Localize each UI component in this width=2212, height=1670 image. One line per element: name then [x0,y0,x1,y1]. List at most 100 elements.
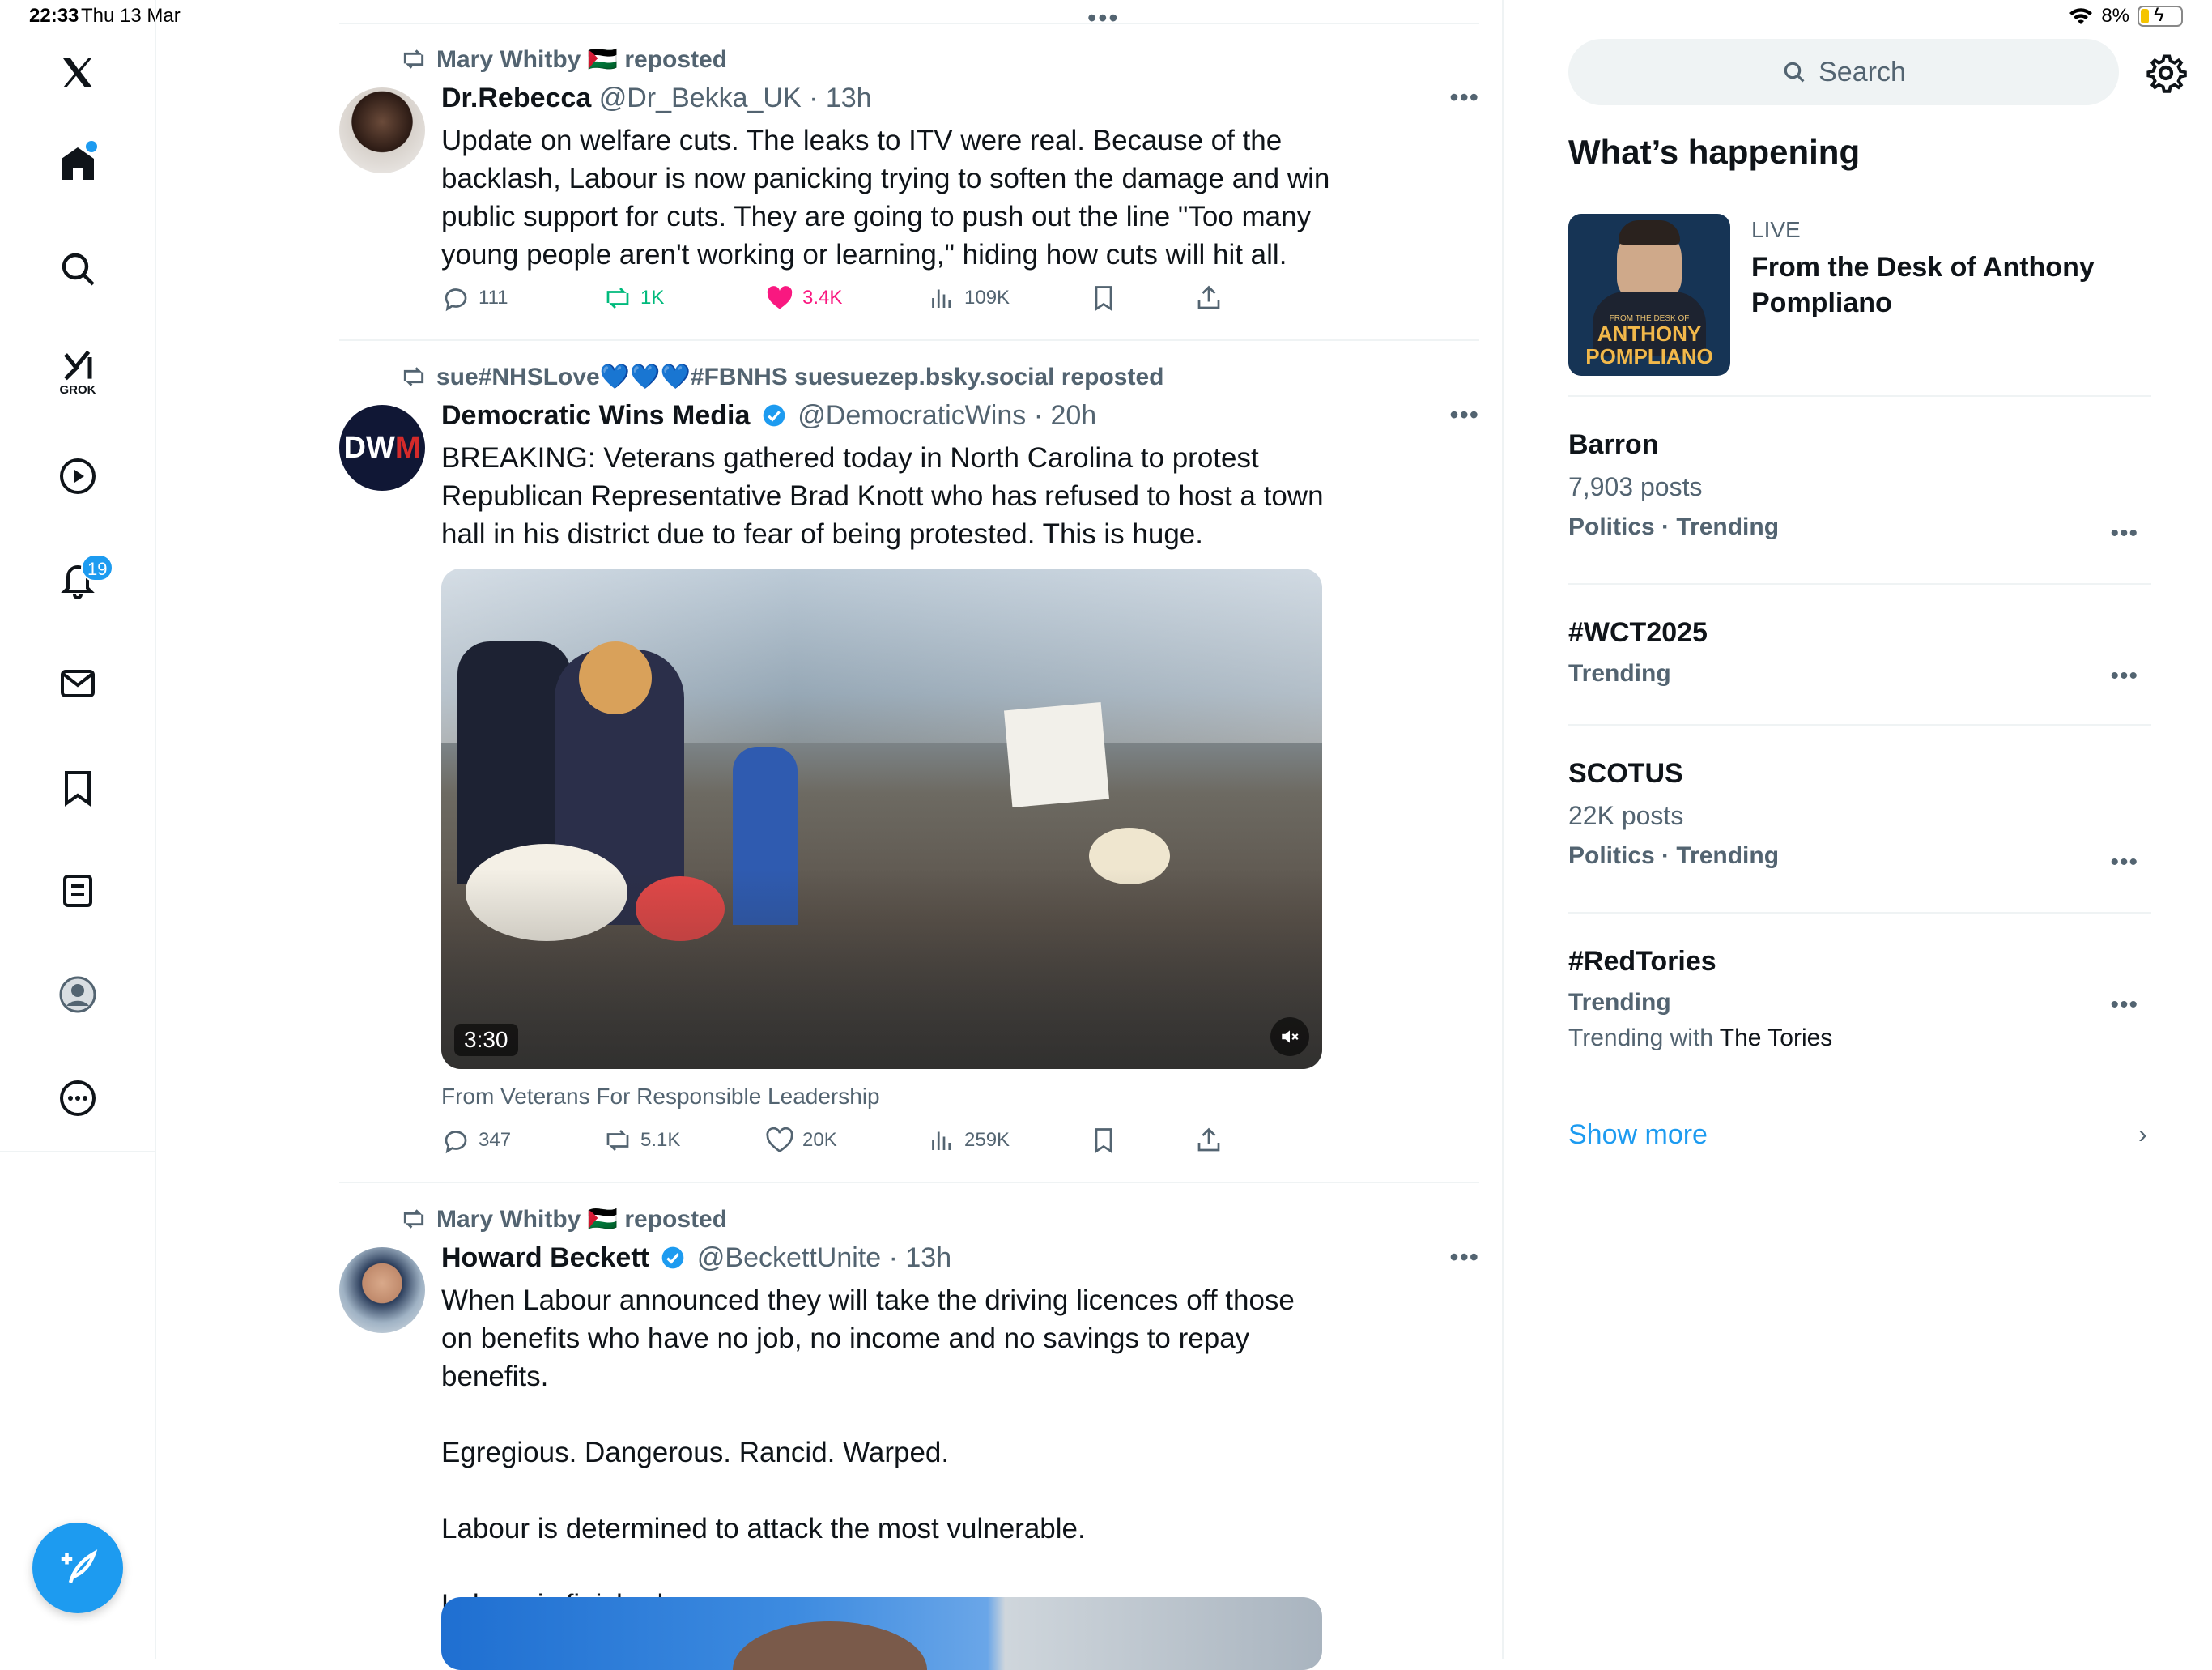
repost-header: sue#NHSLove💙💙💙#FBNHS suesuezep.bsky.soci… [401,363,1163,391]
video-player[interactable]: 3:30 [441,569,1322,1069]
views-count: 259K [964,1129,1010,1151]
tweet-more-icon[interactable]: ••• [1449,1242,1479,1272]
heart-filled-icon [767,286,793,309]
repost-icon [606,1130,629,1151]
home-icon[interactable] [45,131,110,196]
trend-item[interactable]: #WCT2025 Trending ••• [1568,617,2151,690]
bookmark-icon [1095,1128,1112,1154]
home-unread-dot [86,141,97,152]
trend-category: Politics · Trending [1568,842,1780,869]
author-handle[interactable]: @Dr_Bekka_UK [599,83,802,113]
video-play-icon[interactable] [45,444,110,509]
author-handle[interactable]: @DemocraticWins [798,400,1026,431]
share-button[interactable] [1194,283,1223,313]
search-icon[interactable] [45,236,110,301]
avatar-logo-dwm: DWM [343,430,421,465]
trend-divider [1568,724,2151,726]
profile-avatar-icon[interactable] [45,962,110,1027]
tweet-more-icon[interactable]: ••• [1449,400,1479,430]
views-button[interactable]: 109K [927,283,1010,313]
compose-post-button[interactable] [32,1523,123,1613]
gear-icon[interactable] [2145,52,2187,94]
avatar[interactable]: DWM [339,405,425,491]
repost-count: 1K [640,287,665,309]
drag-handle-dots[interactable]: ••• [1087,3,1120,33]
avatar[interactable] [339,1247,425,1333]
author-name[interactable]: Democratic Wins Media [441,400,750,431]
share-button[interactable] [1194,1126,1223,1155]
tweet-time[interactable]: 13h [826,83,872,113]
tweet-more-icon[interactable]: ••• [1449,83,1479,113]
bookmark-icon[interactable] [45,755,110,820]
views-button[interactable]: 259K [927,1126,1010,1155]
share-icon [1197,1127,1220,1152]
tweet-time[interactable]: 20h [1050,400,1096,431]
repost-by: Mary Whitby 🇵🇸 reposted [436,46,728,73]
video-source[interactable]: From Veterans For Responsible Leadership [441,1084,880,1110]
like-button[interactable]: 3.4K [765,283,842,313]
verified-badge-icon [763,404,785,427]
separator: · [801,83,826,113]
x-logo-icon[interactable] [45,40,110,105]
bookmark-button[interactable] [1089,283,1118,313]
bookmark-button[interactable] [1089,1126,1118,1155]
trend-more-icon[interactable]: ••• [2110,849,2138,876]
like-count: 3.4K [802,287,843,309]
repost-by: sue#NHSLove💙💙💙#FBNHS suesuezep.bsky.soci… [436,364,1164,390]
repost-button[interactable]: 5.1K [603,1126,680,1155]
separator: · [881,1242,906,1273]
trend-divider [1568,583,2151,585]
trend-with-name[interactable]: The Tories [1720,1025,1833,1051]
search-icon [1784,62,1805,83]
author-name[interactable]: Howard Beckett [441,1242,649,1273]
share-icon [1197,285,1220,309]
reply-button[interactable]: 111 [441,283,508,313]
video-duration: 3:30 [454,1024,518,1056]
timeline-feed: ••• Mary Whitby 🇵🇸 reposted Dr.Rebecca @… [156,0,1504,1670]
trend-divider [1568,395,2151,397]
grok-icon[interactable]: GROK [45,340,110,405]
trend-category: Trending [1568,989,1671,1016]
tweet-image[interactable] [441,1597,1322,1670]
views-chart-icon [932,1131,951,1150]
whats-happening-title: What’s happening [1568,133,1861,171]
author-name[interactable]: Dr.Rebecca [441,83,591,113]
tweet-header: Dr.Rebecca @Dr_Bekka_UK · 13h [441,83,872,114]
search-bar[interactable]: Search [1568,39,2119,105]
trend-item[interactable]: Barron 7,903 posts Politics · Trending •… [1568,429,2151,547]
trend-item[interactable]: #RedTories Trending Trending with The To… [1568,946,2151,1052]
thumb-title-line1: ANTHONY [1597,322,1702,346]
show-more-link[interactable]: Show more [1568,1119,1708,1151]
live-label: LIVE [1751,217,1801,242]
trend-item[interactable]: SCOTUS 22K posts Politics · Trending ••• [1568,758,2151,875]
reply-button[interactable]: 347 [441,1126,511,1155]
like-button[interactable]: 20K [765,1126,837,1155]
repost-button[interactable]: 1K [603,283,664,313]
author-handle[interactable]: @BeckettUnite [697,1242,881,1273]
tweet-time[interactable]: 13h [905,1242,951,1273]
trend-more-icon[interactable]: ••• [2110,991,2138,1019]
trend-name: #RedTories [1568,946,1716,977]
right-sidebar: Search What’s happening FROM THE DESK OF… [1504,0,2212,1659]
trend-more-icon[interactable]: ••• [2110,520,2138,547]
repost-header: Mary Whitby 🇵🇸 reposted [401,45,727,74]
trend-divider [1568,912,2151,914]
reply-icon [445,1131,467,1154]
avatar[interactable] [339,87,425,173]
lists-icon[interactable] [45,858,110,923]
speaker-muted-icon [1282,1030,1299,1043]
like-count: 20K [802,1129,837,1151]
live-event-card[interactable]: FROM THE DESK OF ANTHONY POMPLIANO LIVE … [1568,214,2151,376]
tweet-header: Howard Beckett @BeckettUnite · 13h [441,1242,951,1274]
mail-icon[interactable] [45,651,110,716]
live-title: From the Desk of Anthony Pompliano [1751,252,2095,318]
views-count: 109K [964,287,1010,309]
mute-button[interactable] [1270,1017,1309,1056]
trend-more-icon[interactable]: ••• [2110,662,2138,690]
repost-icon [403,1209,424,1229]
trend-posts: 7,903 posts [1568,472,1703,501]
tweet-divider [339,1182,1479,1183]
chevron-right-icon: › [2138,1119,2147,1148]
more-options-icon[interactable] [45,1066,110,1131]
search-placeholder: Search [1819,56,1906,87]
